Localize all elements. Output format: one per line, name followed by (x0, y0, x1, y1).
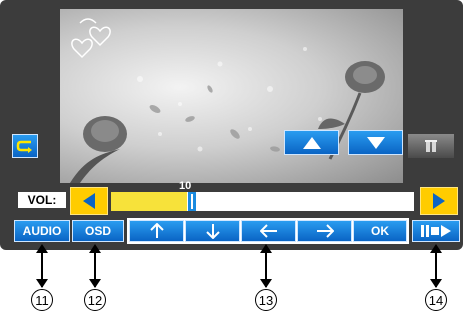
nav-right-button[interactable] (297, 220, 352, 242)
left-arrow-icon (259, 224, 277, 238)
forward-icon (433, 193, 445, 209)
volume-slider[interactable] (111, 192, 414, 211)
navigation-bar: OK (127, 218, 409, 244)
rose-left-graphic (70, 116, 127, 183)
callout-number-13: 13 (255, 289, 277, 311)
callout-number-12: 12 (84, 289, 106, 311)
repeat-button[interactable] (12, 134, 38, 158)
callout-number-14: 14 (425, 289, 447, 311)
audio-button[interactable]: AUDIO (14, 220, 70, 242)
nav-up-button[interactable] (129, 220, 184, 242)
volume-value: 10 (179, 180, 192, 192)
up-arrow-icon (149, 223, 164, 238)
play-pause-icon (421, 225, 451, 237)
menu-toggle-icon (425, 140, 437, 152)
device-panel: VOL: 10 AUDIO OSD OK (0, 0, 463, 250)
page-up-button[interactable] (284, 130, 339, 155)
down-arrow-icon (205, 224, 220, 239)
triangle-down-icon (366, 136, 385, 149)
play-pause-button[interactable] (412, 220, 460, 242)
right-arrow-icon (316, 224, 334, 238)
repeat-icon (16, 140, 32, 153)
nav-down-button[interactable] (185, 220, 240, 242)
volume-up-button[interactable] (420, 187, 458, 215)
wallpaper-image (70, 18, 385, 183)
volume-label: VOL: (18, 192, 66, 208)
nav-left-button[interactable] (241, 220, 296, 242)
volume-down-button[interactable] (70, 187, 108, 215)
video-screen (60, 9, 403, 183)
rewind-icon (83, 193, 95, 209)
ok-button[interactable]: OK (353, 220, 407, 242)
hearts-graphic (71, 18, 111, 59)
menu-toggle-button[interactable] (408, 134, 454, 158)
callout-number-11: 11 (31, 289, 53, 311)
volume-fill (111, 192, 187, 211)
osd-button[interactable]: OSD (72, 220, 124, 242)
page-down-button[interactable] (348, 130, 403, 155)
volume-thumb[interactable] (187, 192, 197, 211)
triangle-up-icon (302, 136, 321, 149)
